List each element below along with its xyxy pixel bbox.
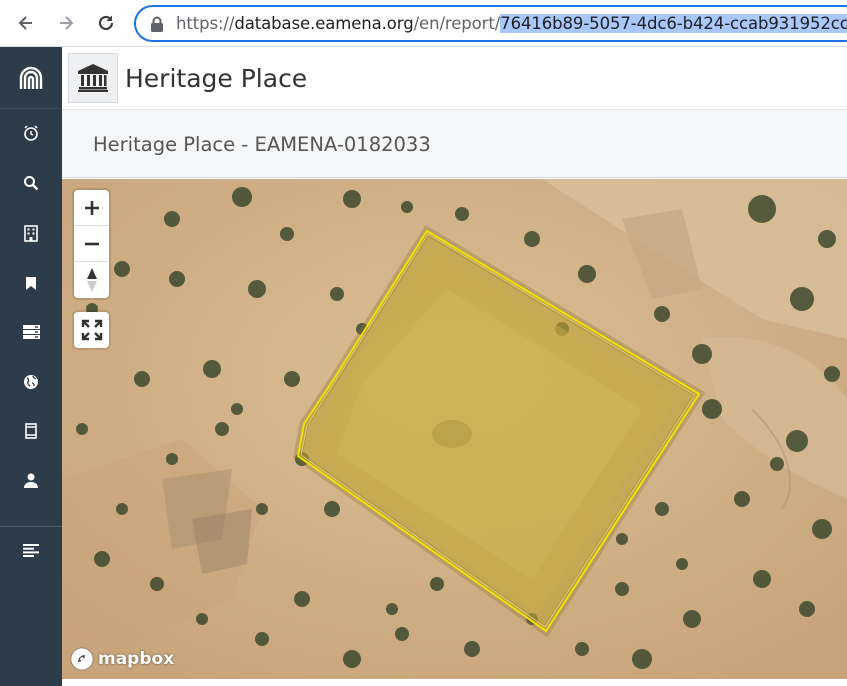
sidebar-divider	[0, 526, 62, 527]
header-icon-box	[68, 53, 118, 103]
building-icon	[24, 224, 38, 242]
forward-button[interactable]	[52, 9, 80, 37]
search-icon	[24, 176, 39, 191]
book-icon	[25, 423, 37, 439]
globe-icon	[24, 375, 38, 389]
url-scheme: https://	[176, 14, 235, 33]
page-title: Heritage Place	[125, 64, 308, 93]
fullscreen-control	[74, 312, 109, 348]
zoom-in-button[interactable]	[74, 190, 109, 226]
sidebar-item-bookmarks[interactable]	[0, 263, 62, 303]
arrow-right-icon	[60, 16, 74, 30]
minus-icon	[84, 242, 99, 245]
sidebar-item-search[interactable]	[0, 163, 62, 203]
sidebar-item-data[interactable]	[0, 312, 62, 352]
reload-icon	[98, 15, 114, 31]
url-host: database.eamena.org	[234, 14, 414, 33]
zoom-out-button[interactable]	[74, 226, 109, 262]
address-bar[interactable]: https://database.eamena.org/en/report/76…	[134, 5, 847, 42]
zoom-controls	[74, 190, 109, 298]
sidebar-item-reference[interactable]	[0, 411, 62, 451]
plus-icon	[84, 200, 99, 215]
app-header: Heritage Place	[62, 47, 847, 110]
arches-logo-icon[interactable]	[0, 47, 62, 109]
fullscreen-button[interactable]	[74, 312, 109, 348]
bookmark-icon	[26, 276, 36, 290]
lock-icon	[150, 16, 164, 32]
map-view[interactable]: mapbox	[62, 179, 847, 679]
sidebar	[0, 47, 62, 686]
sidebar-item-resources[interactable]	[0, 213, 62, 253]
reload-button[interactable]	[92, 9, 120, 37]
report-header: Heritage Place - EAMENA-0182033	[62, 110, 847, 178]
compass-button[interactable]	[74, 262, 109, 298]
sidebar-item-recent[interactable]	[0, 113, 62, 153]
clock-icon	[24, 125, 38, 141]
sidebar-item-map[interactable]	[0, 362, 62, 402]
satellite-imagery	[62, 179, 847, 679]
url-selected-text: 76416b89-5057-4dc6-b424-ccab931952cc	[500, 14, 847, 33]
report-title: Heritage Place - EAMENA-0182033	[93, 133, 431, 156]
mapbox-mark-icon	[70, 647, 94, 671]
browser-toolbar: https://database.eamena.org/en/report/76…	[0, 0, 847, 47]
bank-icon	[78, 64, 108, 92]
url-path: /en/report/	[413, 14, 501, 33]
url-text[interactable]: https://database.eamena.org/en/report/76…	[176, 14, 847, 33]
mapbox-logo[interactable]: mapbox	[70, 647, 174, 671]
arrow-left-icon	[18, 16, 32, 30]
mapbox-attribution: mapbox	[98, 649, 175, 669]
user-icon	[24, 473, 38, 488]
fullscreen-icon	[81, 319, 102, 341]
back-button[interactable]	[12, 9, 40, 37]
sidebar-item-menu[interactable]	[0, 530, 62, 570]
compass-icon	[86, 268, 97, 292]
align-left-icon	[23, 543, 39, 557]
sidebar-item-profile[interactable]	[0, 460, 62, 500]
server-icon	[22, 325, 40, 339]
